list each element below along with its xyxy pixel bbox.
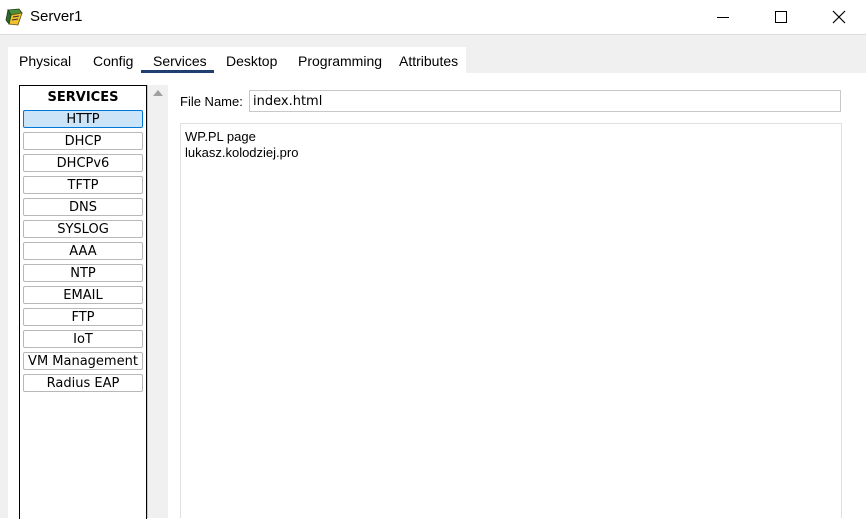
tab-services[interactable]: Services [153,53,207,69]
html-content-editor[interactable]: WP.PL page lukasz.kolodziej.pro [180,123,842,518]
service-syslog-button[interactable]: SYSLOG [23,220,143,238]
minimize-button[interactable] [700,0,746,34]
editor-line: WP.PL page [185,129,256,144]
tab-desktop[interactable]: Desktop [226,53,277,69]
services-header: SERVICES [47,90,119,105]
minimize-icon [717,16,729,18]
close-icon [832,10,846,24]
tab-programming[interactable]: Programming [298,53,382,69]
service-dhcpv6-button[interactable]: DHCPv6 [23,154,143,172]
service-tftp-button[interactable]: TFTP [23,176,143,194]
service-radius-eap-button[interactable]: Radius EAP [23,374,143,392]
tab-config[interactable]: Config [93,53,133,69]
editor-line: lukasz.kolodziej.pro [185,145,299,160]
service-ftp-button[interactable]: FTP [23,308,143,326]
service-http-button[interactable]: HTTP [23,110,143,128]
service-iot-button[interactable]: IoT [23,330,143,348]
packet-tracer-server-icon [5,8,23,26]
services-scrollbar[interactable] [147,85,168,518]
service-dhcp-button[interactable]: DHCP [23,132,143,150]
maximize-button[interactable] [758,0,804,34]
services-list: SERVICES HTTP DHCP DHCPv6 TFTP DNS SYSLO… [19,85,147,519]
service-ntp-button[interactable]: NTP [23,264,143,282]
service-dns-button[interactable]: DNS [23,198,143,216]
file-name-label: File Name: [180,94,243,109]
service-aaa-button[interactable]: AAA [23,242,143,260]
close-button[interactable] [816,0,862,34]
window-title: Server1 [30,8,83,25]
service-vm-management-button[interactable]: VM Management [23,352,143,370]
file-name-input[interactable] [249,90,841,112]
scroll-up-arrow-icon[interactable] [153,90,163,96]
service-email-button[interactable]: EMAIL [23,286,143,304]
title-bar: Server1 [0,0,866,35]
tab-physical[interactable]: Physical [19,53,71,69]
maximize-icon [775,11,787,23]
tab-attributes[interactable]: Attributes [399,53,458,69]
